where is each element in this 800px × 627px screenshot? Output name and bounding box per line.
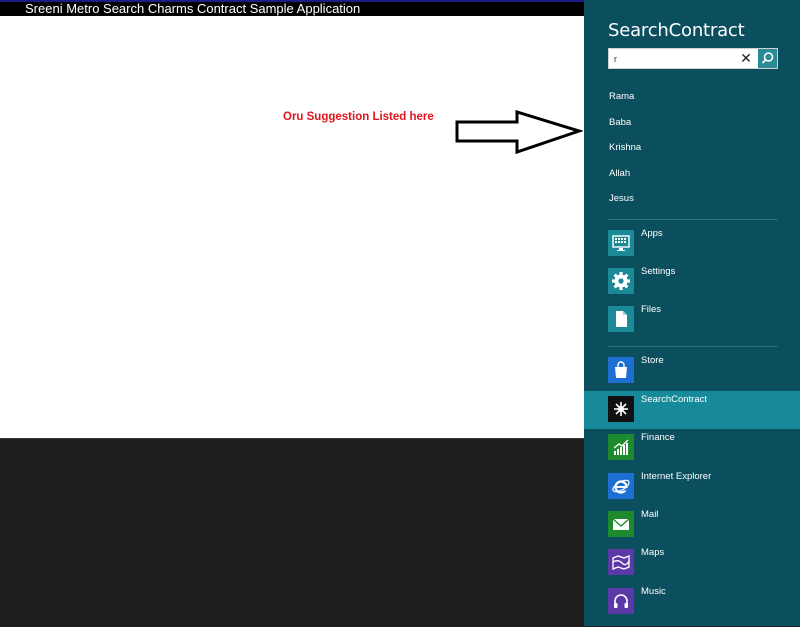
suggestion-item[interactable]: Allah <box>584 163 800 189</box>
target-settings[interactable]: Settings <box>584 263 800 301</box>
clear-icon[interactable]: ✕ <box>737 49 755 68</box>
app-label: SearchContract <box>641 394 708 405</box>
mail-icon <box>608 511 634 537</box>
app-bottom-area <box>0 438 584 627</box>
suggestion-label: Krishna <box>609 142 642 153</box>
divider <box>608 219 778 220</box>
app-title-bar: Sreeni Metro Search Charms Contract Samp… <box>0 0 584 16</box>
app-maps[interactable]: Maps <box>584 544 800 582</box>
suggestion-label: Jesus <box>609 193 634 204</box>
suggestion-item[interactable]: Jesus <box>584 188 800 214</box>
app-label: Internet Explorer <box>641 471 712 482</box>
suggestion-label: Baba <box>609 116 632 128</box>
suggestion-list: Rama Baba Krishna Allah Jesus <box>584 86 800 214</box>
app-searchcontract[interactable]: SearchContract <box>584 391 800 429</box>
store-icon <box>608 357 634 383</box>
app-canvas: Oru Suggestion Listed here <box>0 16 584 438</box>
target-label: Apps <box>641 228 663 239</box>
internet-explorer-icon <box>608 473 634 499</box>
app-title: Sreeni Metro Search Charms Contract Samp… <box>25 1 361 16</box>
maps-icon <box>608 549 634 575</box>
searchcontract-icon <box>608 396 634 422</box>
suggestion-item[interactable]: Baba <box>584 112 800 138</box>
charm-title: SearchContract <box>608 20 745 41</box>
finance-icon <box>608 434 634 460</box>
file-icon <box>608 306 634 332</box>
suggestion-label: Allah <box>609 167 631 179</box>
suggestion-item[interactable]: Krishna <box>584 137 800 163</box>
search-charm-pane: SearchContract ✕ Rama Baba Krishna Allah… <box>584 0 800 626</box>
suggestion-item[interactable]: Rama <box>584 86 800 112</box>
app-music[interactable]: Music <box>584 583 800 621</box>
app-label: Finance <box>641 432 675 443</box>
target-files[interactable]: Files <box>584 301 800 339</box>
annotation-arrow <box>455 110 583 155</box>
app-mail[interactable]: Mail <box>584 506 800 544</box>
suggestion-label: Rama <box>609 91 635 102</box>
app-label: Music <box>641 586 666 597</box>
app-store[interactable]: Store <box>584 352 800 390</box>
app-label: Mail <box>641 509 659 520</box>
search-icon <box>761 52 774 64</box>
app-label: Maps <box>641 547 665 558</box>
search-button[interactable] <box>758 49 777 68</box>
app-internet-explorer[interactable]: Internet Explorer <box>584 468 800 506</box>
app-label: Store <box>641 355 664 366</box>
annotation-text: Oru Suggestion Listed here <box>283 111 434 123</box>
gear-icon <box>608 268 634 294</box>
target-label: Files <box>641 304 662 315</box>
app-finance[interactable]: Finance <box>584 429 800 467</box>
target-apps[interactable]: Apps <box>584 225 800 263</box>
search-box: ✕ <box>608 48 778 69</box>
apps-icon <box>608 230 634 256</box>
search-input[interactable] <box>609 49 744 68</box>
target-label: Settings <box>641 266 676 277</box>
music-icon <box>608 588 634 614</box>
divider <box>608 346 778 347</box>
